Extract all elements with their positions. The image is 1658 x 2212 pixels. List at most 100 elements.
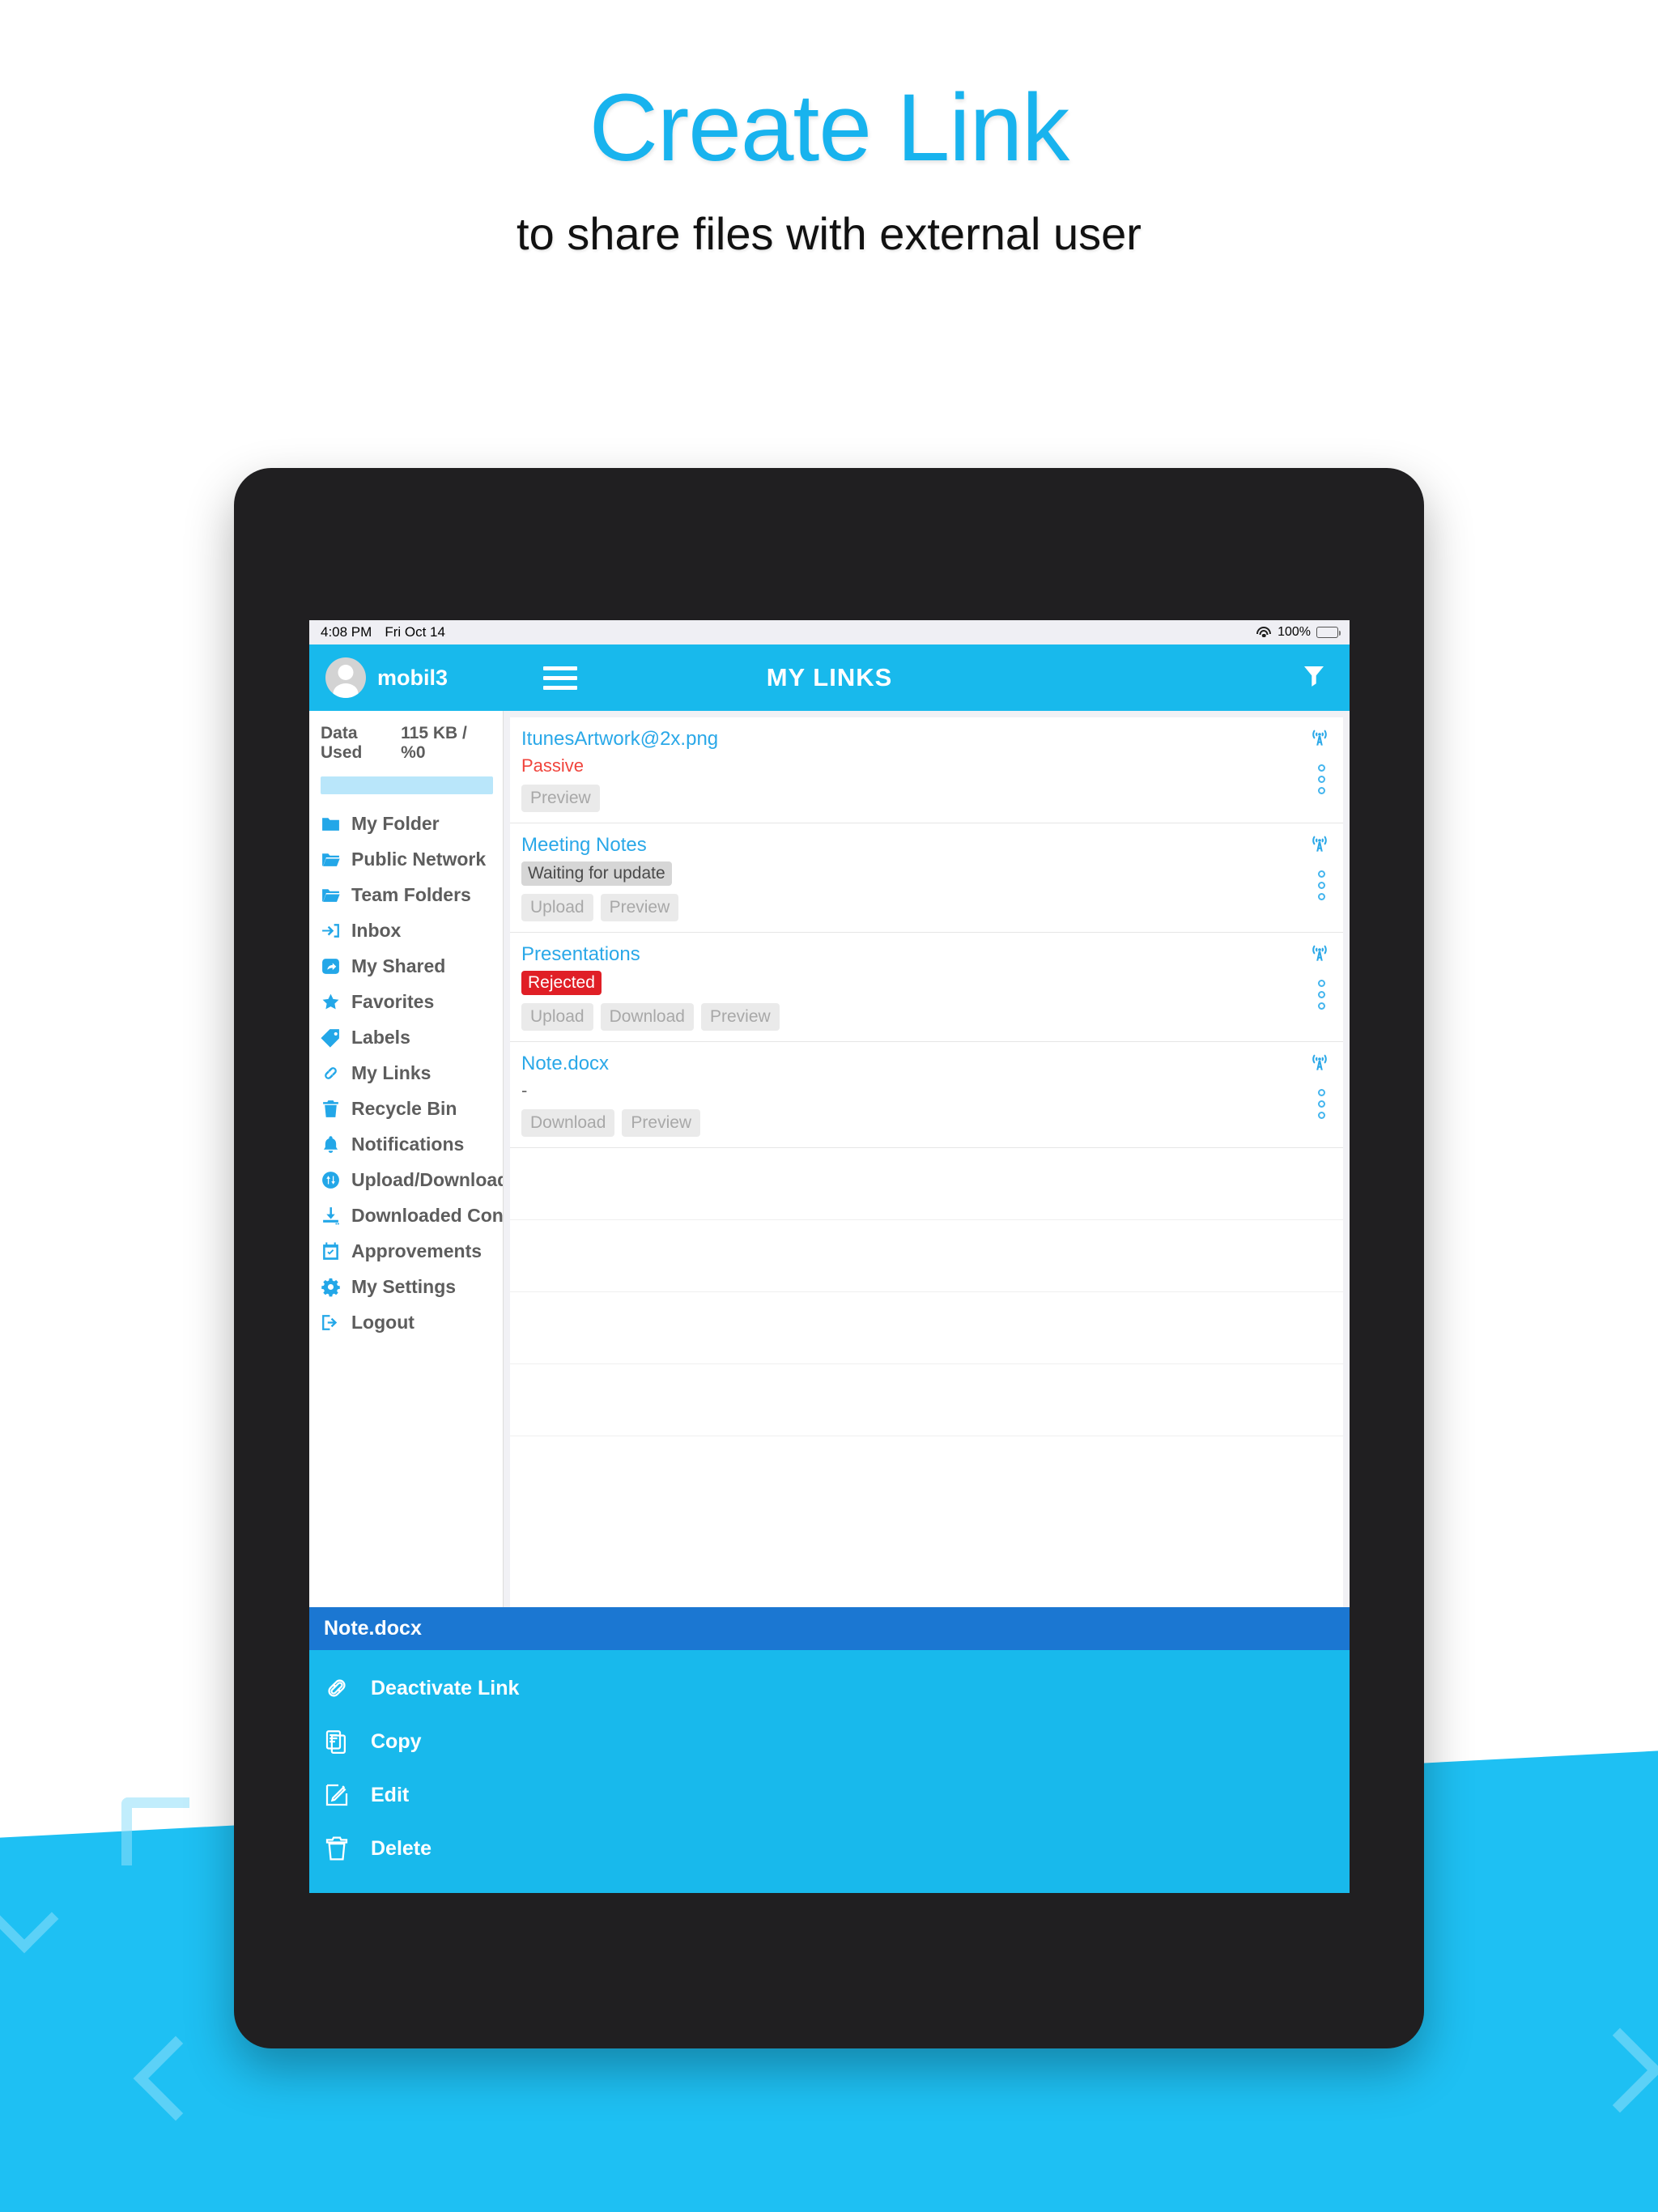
action-edit[interactable]: Edit (309, 1768, 1350, 1822)
link-action-buttons: Preview (521, 785, 1286, 812)
link-status-badge: - (521, 1080, 528, 1100)
up-down-arrows-icon (321, 1170, 341, 1190)
preview-button[interactable]: Preview (600, 894, 679, 921)
sidebar-item-label: Logout (351, 1311, 414, 1333)
app-header-bar: mobil3 MY LINKS (309, 644, 1350, 711)
sidebar-item-public-network[interactable]: Public Network (309, 841, 503, 877)
sidebar-item-label: Recycle Bin (351, 1097, 457, 1119)
action-sheet-title: Note.docx (309, 1607, 1350, 1650)
action-deactivate-link[interactable]: Deactivate Link (309, 1661, 1350, 1715)
broadcast-tower-icon[interactable] (1310, 727, 1329, 752)
promo-screenshot-page: Create Link to share files with external… (0, 0, 1658, 2212)
sidebar-item-label: My Shared (351, 955, 446, 976)
sidebar-item-list: My Folder Public Network Team Folders Inbox… (309, 806, 503, 1340)
sidebar-item-team-folders[interactable]: Team Folders (309, 877, 503, 912)
tag-icon (321, 1027, 341, 1048)
sidebar-item-label: My Links (351, 1061, 432, 1083)
more-vertical-icon[interactable] (1318, 1089, 1325, 1119)
sidebar-item-my-links[interactable]: My Links (309, 1055, 503, 1091)
download-button[interactable]: Download (600, 1003, 694, 1031)
more-vertical-icon[interactable] (1318, 870, 1325, 900)
folder-open-icon (321, 849, 341, 870)
sidebar-item-label: Labels (351, 1026, 410, 1048)
sidebar-item-label: Downloaded Content (351, 1204, 504, 1226)
action-label: Edit (371, 1783, 410, 1806)
upload-button[interactable]: Upload (521, 1003, 593, 1031)
action-label: Delete (371, 1836, 432, 1860)
star-icon (321, 992, 341, 1012)
context-action-sheet: Note.docx Deactivate Link Copy Edit Delete (309, 1607, 1350, 1893)
storage-progress-bar (321, 776, 493, 794)
wifi-icon (1256, 626, 1272, 639)
link-title: Meeting Notes (521, 834, 647, 856)
filter-icon[interactable] (1299, 661, 1329, 695)
sidebar-item-my-folder[interactable]: My Folder (309, 806, 503, 841)
tablet-device-frame: 4:08 PM Fri Oct 14 100% mobil3 MY LINKS … (234, 468, 1424, 2048)
more-vertical-icon[interactable] (1318, 764, 1325, 794)
link-chain-icon (324, 1675, 350, 1701)
preview-button[interactable]: Preview (622, 1109, 701, 1137)
link-chain-icon (321, 1063, 341, 1083)
data-used-row: Data Used 115 KB / %0 (309, 719, 503, 763)
action-label: Copy (371, 1729, 422, 1753)
sidebar-item-label: Favorites (351, 990, 435, 1012)
sidebar-item-inbox[interactable]: Inbox (309, 912, 503, 948)
sidebar-item-approvements[interactable]: Approvements (309, 1233, 503, 1269)
link-row[interactable]: Presentations Rejected Upload Download Previ… (510, 933, 1343, 1042)
broadcast-tower-icon[interactable] (1310, 942, 1329, 968)
sidebar-item-favorites[interactable]: Favorites (309, 984, 503, 1019)
preview-button[interactable]: Preview (521, 785, 600, 812)
sidebar-item-my-settings[interactable]: My Settings (309, 1269, 503, 1304)
sidebar-item-logout[interactable]: Logout (309, 1304, 503, 1340)
calendar-check-icon (321, 1241, 341, 1261)
link-status-badge: Rejected (521, 971, 602, 995)
sidebar-item-label: My Folder (351, 812, 440, 834)
data-used-label: Data Used (321, 724, 363, 762)
action-delete[interactable]: Delete (309, 1822, 1350, 1875)
avatar-icon[interactable] (325, 657, 366, 698)
link-action-buttons: Download Preview (521, 1109, 1286, 1137)
sidebar-item-upload-download[interactable]: Upload/Download (309, 1162, 503, 1197)
preview-button[interactable]: Preview (700, 1003, 780, 1031)
share-arrow-icon (321, 956, 341, 976)
battery-percent-label: 100% (1278, 625, 1311, 639)
link-title: Note.docx (521, 1053, 610, 1074)
links-list-card: ItunesArtwork@2x.png Passive Preview Meetin… (510, 717, 1343, 1607)
app-body: Data Used 115 KB / %0 My Folder Public Ne… (309, 711, 1350, 1607)
sidebar-item-recycle-bin[interactable]: Recycle Bin (309, 1091, 503, 1126)
sidebar-navigation: Data Used 115 KB / %0 My Folder Public Ne… (309, 711, 504, 1607)
inbox-arrow-icon (321, 921, 341, 941)
empty-list-row (510, 1292, 1343, 1364)
folder-open-icon (321, 885, 341, 905)
copy-documents-icon (324, 1729, 350, 1755)
sidebar-item-my-shared[interactable]: My Shared (309, 948, 503, 984)
gear-icon (321, 1277, 341, 1297)
download-button[interactable]: Download (521, 1109, 615, 1137)
user-profile-zone[interactable]: mobil3 (309, 657, 525, 698)
link-title: ItunesArtwork@2x.png (521, 728, 719, 750)
folder-icon (321, 814, 341, 834)
sidebar-item-labels[interactable]: Labels (309, 1019, 503, 1055)
status-bar-indicators: 100% (1256, 625, 1341, 640)
link-row[interactable]: ItunesArtwork@2x.png Passive Preview (510, 717, 1343, 823)
sidebar-item-label: Team Folders (351, 883, 471, 905)
link-status-badge: Waiting for update (521, 861, 672, 886)
action-sheet-items: Deactivate Link Copy Edit Delete (309, 1650, 1350, 1893)
upload-button[interactable]: Upload (521, 894, 593, 921)
link-status-badge: Passive (521, 755, 585, 776)
ios-status-bar: 4:08 PM Fri Oct 14 100% (309, 620, 1350, 644)
more-vertical-icon[interactable] (1318, 980, 1325, 1010)
broadcast-tower-icon[interactable] (1310, 833, 1329, 858)
link-row[interactable]: Note.docx - Download Preview (510, 1042, 1343, 1148)
sidebar-item-label: Public Network (351, 848, 487, 870)
hamburger-menu-icon[interactable] (543, 666, 577, 690)
link-row[interactable]: Meeting Notes Waiting for update Upload Pre… (510, 823, 1343, 933)
sidebar-item-downloaded-content[interactable]: Downloaded Content (309, 1197, 503, 1233)
broadcast-tower-icon[interactable] (1310, 1052, 1329, 1077)
sidebar-item-label: Approvements (351, 1240, 483, 1261)
empty-list-row (510, 1220, 1343, 1292)
status-bar-time: 4:08 PM (321, 624, 372, 640)
action-copy[interactable]: Copy (309, 1715, 1350, 1768)
battery-full-icon (1316, 627, 1341, 638)
sidebar-item-notifications[interactable]: Notifications (309, 1126, 503, 1162)
